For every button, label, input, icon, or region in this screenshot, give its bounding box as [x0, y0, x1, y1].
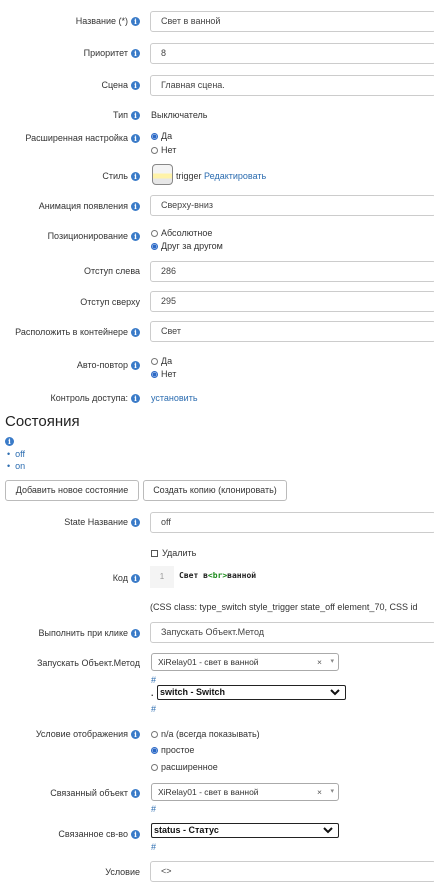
chevron-down-icon[interactable]: ▾ — [330, 654, 334, 670]
container-label: Расположить в контейнере i — [15, 327, 140, 338]
advanced-option-no[interactable]: Нет — [151, 145, 176, 155]
priority-label: Приоритет i — [84, 48, 140, 59]
info-icon[interactable]: i — [131, 830, 140, 840]
access-label: Контроль доступа: i — [51, 393, 140, 404]
info-icon[interactable]: i — [131, 789, 140, 799]
run-method-label: Запускать Объект.Метод — [36, 658, 140, 668]
advanced-option-yes[interactable]: Да — [151, 131, 172, 141]
info-icon[interactable]: i — [131, 629, 140, 639]
radio-icon[interactable] — [151, 358, 158, 366]
name-input[interactable]: Свет в ванной — [150, 11, 434, 32]
info-icon[interactable]: i — [131, 730, 140, 740]
style-value: trigger Редактировать — [176, 171, 267, 181]
info-icon[interactable]: i — [131, 328, 140, 338]
object-hash-link[interactable]: # — [151, 675, 156, 685]
positioning-option-flow[interactable]: Друг за другом — [151, 241, 223, 251]
condition-label: Условие — [105, 867, 140, 877]
linked-property-select[interactable]: status - Статус — [151, 823, 339, 838]
radio-icon[interactable] — [151, 147, 158, 155]
offset-top-label: Отступ сверху — [80, 297, 140, 307]
linked-object-hash-link[interactable]: # — [151, 804, 156, 814]
info-icon[interactable]: i — [131, 172, 140, 182]
radio-icon[interactable] — [151, 764, 158, 772]
advanced-label: Расширенная настройка i — [25, 133, 140, 144]
state-name-input[interactable]: off — [150, 512, 434, 533]
info-icon[interactable]: i — [131, 574, 140, 584]
autorepeat-label: Авто-повтор i — [77, 360, 140, 371]
css-class-info: (CSS class: type_switch style_trigger st… — [150, 602, 418, 612]
style-preview-icon — [152, 164, 173, 185]
states-list: • off • on — [7, 449, 25, 473]
info-icon[interactable]: i — [5, 437, 14, 446]
clone-state-button[interactable]: Создать копию (клонировать) — [143, 480, 287, 501]
positioning-label: Позиционирование i — [48, 231, 140, 242]
display-condition-option-simple[interactable]: простое — [151, 745, 194, 755]
clear-icon[interactable]: × — [317, 654, 322, 670]
info-icon[interactable]: i — [131, 394, 140, 404]
info-icon[interactable]: i — [131, 361, 140, 371]
animation-label: Анимация появления i — [39, 201, 140, 212]
display-condition-option-na[interactable]: n/a (всегда показывать) — [151, 729, 260, 739]
type-label: Тип i — [113, 110, 140, 121]
style-edit-link[interactable]: Редактировать — [204, 171, 266, 181]
offset-left-label: Отступ слева — [83, 266, 140, 276]
display-condition-label: Условие отображения i — [36, 729, 140, 740]
linked-property-hash-link[interactable]: # — [151, 842, 156, 852]
clear-icon[interactable]: × — [317, 784, 322, 800]
display-condition-option-advanced[interactable]: расширенное — [151, 762, 218, 772]
priority-input[interactable]: 8 — [150, 43, 434, 64]
on-click-label: Выполнить при клике i — [39, 628, 140, 639]
radio-icon[interactable] — [151, 133, 158, 141]
list-item[interactable]: • off — [7, 449, 25, 461]
info-icon[interactable]: i — [131, 134, 140, 144]
chevron-down-icon — [330, 689, 340, 696]
states-heading: Состояния — [5, 413, 80, 430]
info-icon[interactable]: i — [131, 17, 140, 27]
radio-icon[interactable] — [151, 731, 158, 739]
radio-icon[interactable] — [151, 747, 158, 755]
delete-checkbox[interactable]: Удалить — [151, 548, 196, 558]
radio-icon[interactable] — [151, 243, 158, 251]
method-prefix: . — [151, 688, 154, 698]
scene-select[interactable]: Главная сцена. — [150, 75, 434, 96]
info-icon[interactable]: i — [131, 232, 140, 242]
offset-left-input[interactable]: 286 — [150, 261, 434, 282]
chevron-down-icon[interactable]: ▾ — [330, 784, 334, 800]
condition-select[interactable]: <> — [150, 861, 434, 882]
info-icon[interactable]: i — [131, 518, 140, 528]
code-label: Код i — [113, 573, 140, 584]
on-click-select[interactable]: Запускать Объект.Метод — [150, 622, 434, 643]
info-icon[interactable]: i — [131, 81, 140, 91]
positioning-option-absolute[interactable]: Абсолютное — [151, 228, 212, 238]
chevron-down-icon — [323, 827, 333, 834]
access-set-link[interactable]: установить — [151, 393, 198, 403]
type-value: Выключатель — [151, 110, 208, 120]
radio-icon[interactable] — [151, 230, 158, 238]
info-icon[interactable]: i — [131, 111, 140, 121]
add-state-button[interactable]: Добавить новое состояние — [5, 480, 139, 501]
info-icon[interactable]: i — [131, 49, 140, 59]
autorepeat-option-yes[interactable]: Да — [151, 356, 172, 366]
method-hash-link[interactable]: # — [151, 704, 156, 714]
radio-icon[interactable] — [151, 371, 158, 379]
state-name-label: State Название i — [64, 517, 140, 528]
linked-object-label: Связанный объект i — [50, 788, 140, 799]
code-editor[interactable]: 1 Свет в<br>ванной — [150, 566, 434, 588]
info-icon[interactable]: i — [131, 202, 140, 212]
linked-property-label: Связанное св-во i — [58, 829, 140, 840]
scene-label: Сцена i — [101, 80, 140, 91]
checkbox-icon[interactable] — [151, 550, 158, 558]
object-select[interactable]: XiRelay01 - свет в ванной × ▾ — [151, 653, 339, 671]
name-label: Название (*) i — [76, 16, 140, 27]
animation-select[interactable]: Сверху-вниз — [150, 195, 434, 216]
method-select[interactable]: switch - Switch — [157, 685, 346, 700]
style-label: Стиль i — [102, 171, 140, 182]
code-text[interactable]: Свет в<br>ванной — [179, 571, 256, 580]
list-item[interactable]: • on — [7, 461, 25, 473]
code-line-number: 1 — [150, 566, 174, 588]
linked-object-select[interactable]: XiRelay01 - свет в ванной × ▾ — [151, 783, 339, 801]
autorepeat-option-no[interactable]: Нет — [151, 369, 176, 379]
container-select[interactable]: Свет — [150, 321, 434, 342]
offset-top-input[interactable]: 295 — [150, 291, 434, 312]
